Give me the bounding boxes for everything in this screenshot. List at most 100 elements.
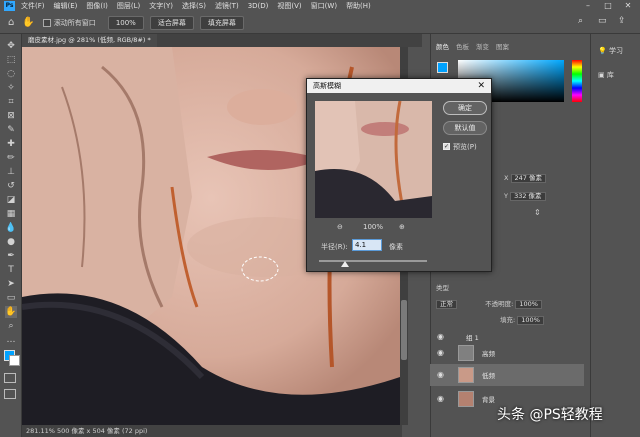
zoom-tool-icon[interactable]: ⌕ [5,320,17,332]
dodge-tool-icon[interactable]: ● [5,236,17,248]
move-tool-icon[interactable]: ✥ [5,40,17,52]
brush-tool-icon[interactable]: ✏ [5,152,17,164]
options-bar: ⌂ ✋ 滚动所有窗口 100% 适合屏幕 填充屏幕 [0,12,640,34]
shape-tool-icon[interactable]: ▭ [5,292,17,304]
layer-thumbnail [458,367,474,383]
libraries-label: 库 [606,71,614,79]
stamp-tool-icon[interactable]: ⊥ [5,166,17,178]
preview-checkbox[interactable]: ✓ [443,143,450,150]
radius-input[interactable]: 4.1 [352,239,382,251]
color-panel-tabs: 颜色 色板 渐变 图案 [430,40,590,52]
share-icon[interactable]: ⇪ [618,16,626,26]
home-icon[interactable]: ⌂ [8,17,14,28]
screen-mode-icon[interactable] [4,389,16,399]
dialog-title: 高斯模糊 [307,79,491,93]
layer-filter-label[interactable]: 类型 [436,284,449,292]
layer-row-high-freq[interactable]: ◉ 高频 [430,342,584,364]
library-icon: ▣ [598,71,605,79]
x-position-row: X 247 像素 [504,174,547,184]
maximize-icon[interactable]: □ [598,0,618,12]
align-icon[interactable]: ⇕ [534,208,541,217]
menu-view[interactable]: 视图(V) [277,1,301,11]
menu-image[interactable]: 图像(I) [86,1,108,11]
marquee-tool-icon[interactable]: ⬚ [5,54,17,66]
minimize-icon[interactable]: – [578,0,598,12]
learn-panel-button[interactable]: 💡 学习 [598,46,623,56]
search-icon[interactable]: ⌕ [578,16,583,26]
x-label: X [504,174,509,182]
close-icon[interactable]: ✕ [477,79,485,93]
healing-brush-icon[interactable]: ✚ [5,138,17,150]
frame-tool-icon[interactable]: ⊠ [5,110,17,122]
workspace-icon[interactable]: ▭ [598,16,607,26]
menu-type[interactable]: 文字(Y) [149,1,173,11]
tab-swatches[interactable]: 色板 [456,41,469,51]
x-position-field[interactable]: 247 像素 [510,174,547,183]
history-brush-icon[interactable]: ↺ [5,180,17,192]
visibility-eye-icon[interactable]: ◉ [437,332,444,341]
photoshop-logo-icon[interactable]: Ps [4,1,15,11]
hand-tool-icon[interactable]: ✋ [22,17,34,28]
menu-window[interactable]: 窗口(W) [311,1,337,11]
zoom-100-button[interactable]: 100% [107,15,144,30]
scroll-all-checkbox[interactable] [42,18,51,27]
reset-button[interactable]: 默认值 [443,121,487,135]
blur-preview[interactable] [315,101,432,218]
document-tab[interactable]: 磨皮素材.jpg @ 281% (低频, RGB/8#) * [22,34,157,47]
eyedropper-icon[interactable]: ✎ [5,124,17,136]
pen-tool-icon[interactable]: ✒ [5,250,17,262]
layer-name: 高频 [482,350,495,358]
scrollbar-thumb[interactable] [401,300,407,360]
y-position-row: Y 332 像素 [504,192,546,202]
visibility-eye-icon[interactable]: ◉ [437,370,444,379]
menu-help[interactable]: 帮助(H) [346,1,371,11]
lasso-tool-icon[interactable]: ◌ [5,68,17,80]
close-window-icon[interactable]: ✕ [618,0,638,12]
radius-slider[interactable] [319,260,427,262]
learn-label: 学习 [608,47,623,55]
fill-screen-button[interactable]: 填充屏幕 [199,15,244,30]
zoom-in-icon[interactable]: ⊕ [399,223,405,231]
blend-mode-select[interactable]: 正常 [436,300,457,309]
layer-thumbnail [458,345,474,361]
menu-edit[interactable]: 编辑(E) [54,1,78,11]
layer-row-low-freq[interactable]: ◉ 低频 [430,364,584,386]
menu-file[interactable]: 文件(F) [21,1,45,11]
crop-tool-icon[interactable]: ⌗ [5,96,17,108]
path-select-icon[interactable]: ➤ [5,278,17,290]
tab-patterns[interactable]: 图案 [496,41,509,51]
visibility-eye-icon[interactable]: ◉ [437,394,444,403]
opacity-field[interactable]: 100% [515,300,542,309]
fit-screen-button[interactable]: 适合屏幕 [149,15,194,30]
menu-layer[interactable]: 图层(L) [117,1,140,11]
more-tools-icon[interactable]: … [5,334,17,346]
hand-tool-active-icon[interactable]: ✋ [5,306,17,318]
lightbulb-icon: 💡 [598,47,607,55]
ok-button[interactable]: 确定 [443,101,487,115]
menu-bar: Ps 文件(F) 编辑(E) 图像(I) 图层(L) 文字(Y) 选择(S) 滤… [0,0,640,12]
zoom-out-icon[interactable]: ⊖ [337,223,343,231]
menu-3d[interactable]: 3D(D) [248,2,269,10]
fill-row: 填充: 100% [500,314,544,325]
type-tool-icon[interactable]: T [5,264,17,276]
tab-color[interactable]: 颜色 [436,41,449,51]
hue-slider[interactable] [572,60,582,102]
radius-unit: 像素 [389,243,403,251]
libraries-panel-button[interactable]: ▣ 库 [598,70,614,80]
tab-gradients[interactable]: 渐变 [476,41,489,51]
gaussian-blur-dialog: 高斯模糊 ✕ 确定 默认值 ✓ 预览(P) ⊖ 100% ⊕ 半径(R): 4.… [306,78,492,272]
blur-tool-icon[interactable]: 💧 [5,222,17,234]
menu-select[interactable]: 选择(S) [182,1,206,11]
background-color-swatch[interactable] [9,355,20,366]
menu-filter[interactable]: 滤镜(T) [215,1,239,11]
panel-foreground-swatch[interactable] [437,62,448,73]
fill-field[interactable]: 100% [517,316,544,325]
visibility-eye-icon[interactable]: ◉ [437,348,444,357]
magic-wand-icon[interactable]: ✧ [5,82,17,94]
radius-slider-thumb[interactable] [341,261,349,267]
eraser-tool-icon[interactable]: ◪ [5,194,17,206]
gradient-tool-icon[interactable]: ▦ [5,208,17,220]
y-position-field[interactable]: 332 像素 [510,192,546,201]
y-label: Y [504,192,508,200]
quick-mask-icon[interactable] [4,373,16,383]
